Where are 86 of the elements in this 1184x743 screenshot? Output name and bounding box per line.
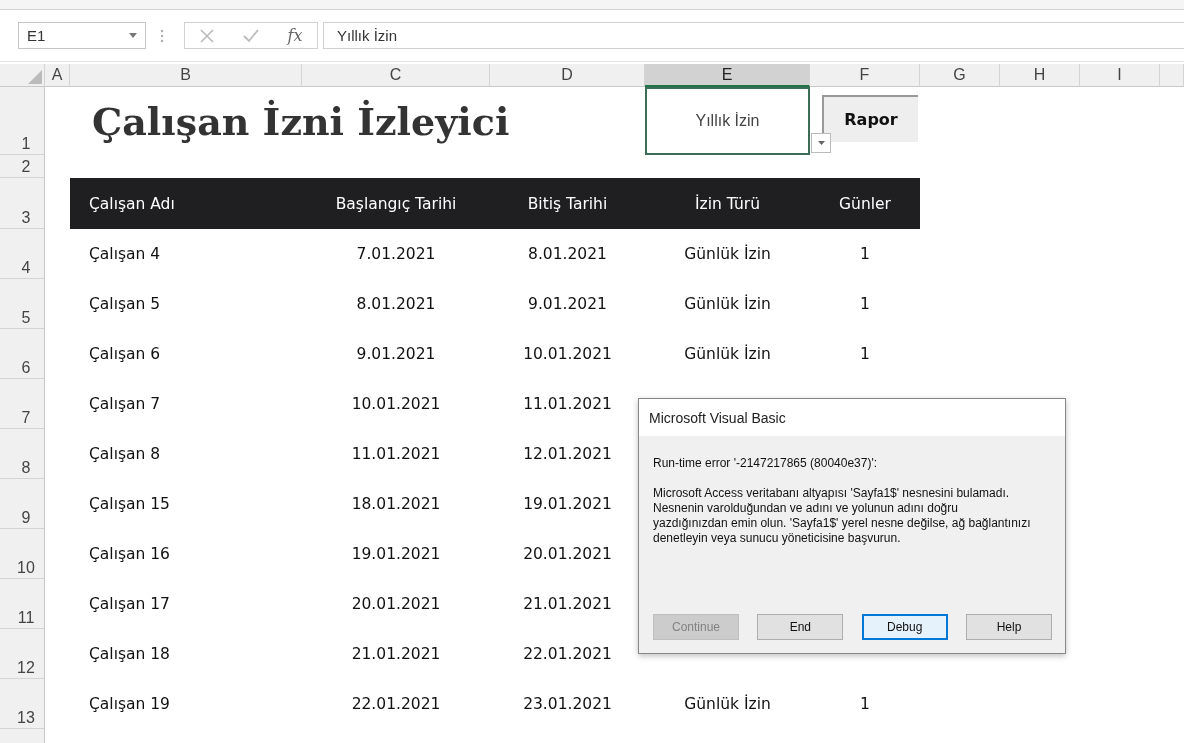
row-header[interactable]: 3 — [0, 178, 45, 229]
error-code-text: Run-time error '-2147217865 (80040e37)': — [653, 456, 879, 470]
select-all-corner[interactable] — [0, 64, 45, 87]
table-cell-text: Günlük İzin — [683, 243, 772, 265]
row-header[interactable]: 11 — [0, 579, 45, 629]
column-header[interactable]: F — [810, 64, 920, 87]
table-cell-text: 23.01.2021 — [522, 694, 613, 715]
name-box[interactable]: E1 — [18, 22, 146, 49]
table-cell-text: 1 — [859, 294, 871, 315]
cancel-icon[interactable] — [199, 28, 214, 43]
table-header-cell: Çalışan Adı — [70, 178, 302, 229]
table-header-cell: Günler — [810, 178, 920, 229]
row-header[interactable]: 5 — [0, 279, 45, 329]
table-cell-text: 8.01.2021 — [355, 294, 437, 315]
check-icon[interactable] — [242, 28, 259, 43]
dropdown-caret-icon[interactable] — [817, 141, 825, 145]
table-cell-text: 20.01.2021 — [350, 594, 442, 615]
table-cell-text: 21.01.2021 — [522, 594, 613, 615]
table-cell-text: 1 — [859, 344, 871, 365]
table-cell-text: Çalışan 8 — [88, 444, 162, 465]
table-header-cell: İzin Türü — [645, 178, 810, 229]
grip-icon[interactable] — [160, 28, 164, 43]
table-cell-text: 22.01.2021 — [350, 694, 442, 715]
table-cell-text: 11.01.2021 — [350, 444, 442, 465]
table-cell-text: 9.01.2021 — [355, 344, 437, 365]
row-header[interactable]: 1 — [0, 87, 45, 155]
table-cell-text: 11.01.2021 — [522, 394, 613, 415]
column-header[interactable]: B — [70, 64, 302, 87]
column-header[interactable]: C — [302, 64, 490, 87]
table-cell-text: 20.01.2021 — [522, 544, 613, 565]
table-cell-text: Çalışan 15 — [88, 494, 171, 515]
table-cell-text: Çalışan 6 — [88, 344, 162, 365]
column-header[interactable]: E — [645, 64, 810, 87]
table-cell-text: 21.01.2021 — [350, 644, 442, 665]
dropdown-button[interactable] — [811, 133, 831, 153]
table-cell-text: 22.01.2021 — [522, 644, 613, 665]
table-cell-text: 10.01.2021 — [350, 394, 442, 415]
column-header[interactable]: A — [45, 64, 70, 87]
table-cell-text: Çalışan 7 — [88, 394, 162, 415]
dropdown-caret-icon[interactable] — [129, 33, 137, 38]
table-cell-text: 18.01.2021 — [350, 494, 442, 515]
table-cell-text: 9.01.2021 — [527, 294, 608, 315]
corner-triangle-icon[interactable] — [28, 70, 42, 84]
table-cell-text: Çalışan 19 — [88, 694, 171, 715]
table-cell-text: 1 — [859, 244, 871, 265]
table-header-cell: Başlangıç Tarihi — [302, 178, 490, 229]
report-button[interactable]: Rapor — [822, 95, 918, 142]
dialog-button[interactable]: Debug — [861, 614, 948, 640]
column-header[interactable]: G — [920, 64, 1000, 87]
row-header[interactable]: 4 — [0, 229, 45, 279]
selected-cell[interactable]: Yıllık İzin — [645, 87, 810, 155]
dialog-button[interactable]: End — [757, 614, 844, 640]
dialog-button[interactable]: Help — [966, 614, 1052, 640]
column-header[interactable] — [1160, 64, 1184, 87]
table-header-cell: Bitiş Tarihi — [490, 178, 645, 229]
table-cell-text: Günlük İzin — [683, 693, 772, 715]
row-header[interactable]: 6 — [0, 329, 45, 379]
table-cell-text: 19.01.2021 — [350, 544, 442, 565]
table-cell-text: Çalışan 5 — [88, 294, 162, 315]
row-header[interactable]: 2 — [0, 155, 45, 178]
row-header[interactable]: 12 — [0, 629, 45, 679]
table-cell-text: 12.01.2021 — [522, 444, 613, 465]
row-header[interactable]: 10 — [0, 529, 45, 579]
formula-input[interactable]: Yıllık İzin — [323, 22, 1184, 49]
column-header[interactable]: D — [490, 64, 645, 87]
row-header[interactable]: 7 — [0, 379, 45, 429]
table-cell-text: 19.01.2021 — [522, 494, 613, 515]
table-cell-text: Çalışan 16 — [88, 544, 171, 565]
column-header[interactable]: H — [1000, 64, 1080, 87]
dialog-title: Microsoft Visual Basic — [639, 399, 1065, 436]
function-button[interactable]: fx — [287, 26, 303, 45]
row-header[interactable]: 8 — [0, 429, 45, 479]
table-cell-text: 1 — [859, 694, 871, 715]
table-cell-text: 7.01.2021 — [355, 244, 437, 265]
table-cell-text: 10.01.2021 — [522, 344, 613, 365]
table-cell-text: Çalışan 17 — [88, 594, 171, 615]
table-cell-text: Günlük İzin — [683, 343, 772, 365]
table-cell-text: 8.01.2021 — [527, 244, 608, 265]
table-cell-text: Çalışan 4 — [88, 244, 162, 265]
column-header[interactable]: I — [1080, 64, 1160, 87]
row-header[interactable]: 9 — [0, 479, 45, 529]
error-message: Microsoft Access veritabanı altyapısı 'Sayfa1$' nesnesini bulamadı. Nesnenin varolduğundan ve adını ve yolunun adını doğru yazdığınızdan emin olun. 'Sayfa1$' yerel nesne değilse, ağ bağlantınızı denetleyin veya sunucu yöneticisine başvurun. — [653, 486, 1032, 546]
row-header[interactable]: 13 — [0, 679, 45, 729]
sheet-title: Çalışan İzni İzleyici — [91, 97, 511, 146]
table-cell-text: Çalışan 18 — [88, 644, 171, 665]
table-cell-text: Günlük İzin — [683, 293, 772, 315]
